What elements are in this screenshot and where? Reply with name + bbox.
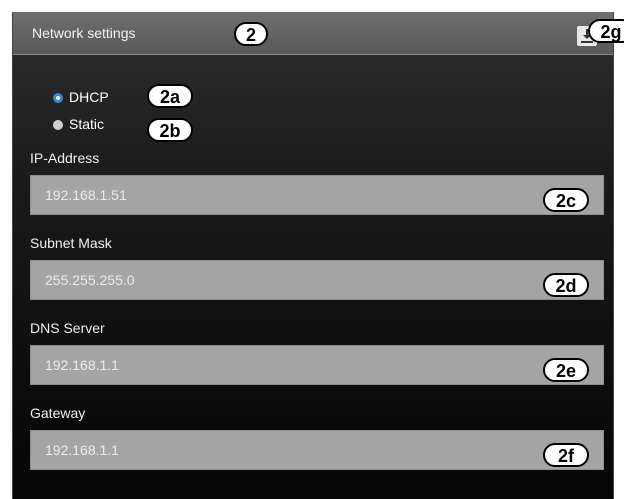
ip-address-label: IP-Address	[30, 150, 100, 166]
callout-save: 2g	[588, 19, 624, 43]
callout-dhcp: 2a	[147, 84, 193, 108]
static-label: Static	[69, 116, 105, 132]
callout-panel: 2	[234, 22, 268, 46]
dhcp-radio[interactable]	[53, 93, 63, 103]
subnet-mask-value: 255.255.255.0	[45, 272, 135, 288]
subnet-mask-input[interactable]: 255.255.255.0	[30, 260, 604, 300]
dhcp-label: DHCP	[69, 89, 109, 105]
gateway-input[interactable]: 192.168.1.1	[30, 430, 604, 470]
callout-gateway: 2f	[543, 443, 589, 467]
gateway-value: 192.168.1.1	[45, 442, 119, 458]
network-settings-panel: Network settings DHCP Static IP-Address …	[12, 12, 614, 499]
dns-server-label: DNS Server	[30, 320, 105, 336]
dns-server-input[interactable]: 192.168.1.1	[30, 345, 604, 385]
panel-header: Network settings	[13, 12, 613, 55]
callout-subnet: 2d	[543, 273, 589, 297]
callout-dns: 2e	[543, 358, 589, 382]
callout-static: 2b	[147, 118, 193, 142]
callout-ip: 2c	[543, 188, 589, 212]
dns-server-value: 192.168.1.1	[45, 357, 119, 373]
subnet-mask-label: Subnet Mask	[30, 235, 112, 251]
ip-address-value: 192.168.1.51	[45, 187, 127, 203]
static-radio[interactable]	[53, 120, 63, 130]
panel-title: Network settings	[32, 25, 136, 41]
ip-address-input[interactable]: 192.168.1.51	[30, 175, 604, 215]
gateway-label: Gateway	[30, 405, 86, 421]
